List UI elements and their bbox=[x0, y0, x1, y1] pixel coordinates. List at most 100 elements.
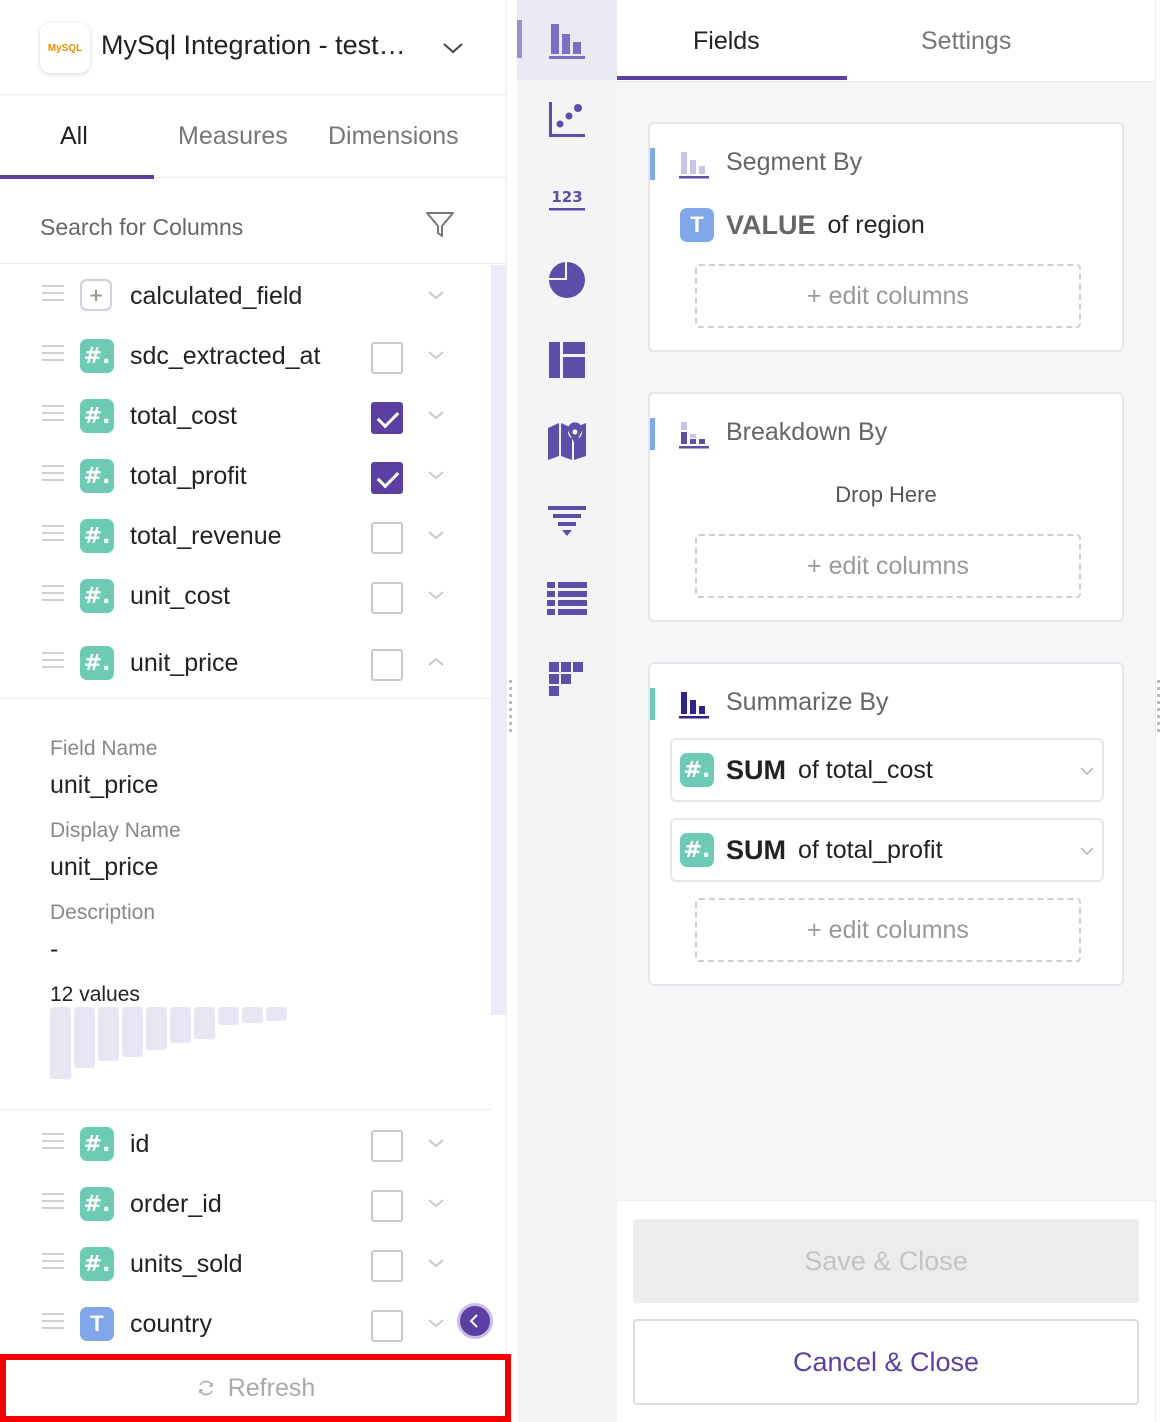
chevron-up-icon[interactable] bbox=[428, 657, 444, 667]
refresh-button[interactable]: Refresh bbox=[0, 1354, 511, 1422]
bar-chart-icon[interactable] bbox=[545, 18, 589, 62]
summarize-aggregation: SUM bbox=[726, 834, 786, 865]
drag-handle-icon[interactable] bbox=[42, 405, 64, 423]
chevron-down-icon[interactable] bbox=[428, 530, 444, 540]
field-row-total-profit[interactable]: #. total_profit bbox=[0, 445, 491, 505]
drag-handle-icon[interactable] bbox=[42, 525, 64, 543]
right-resize-handle[interactable] bbox=[1155, 680, 1163, 740]
field-row-order-id[interactable]: #. order_id bbox=[0, 1173, 491, 1233]
drag-handle-icon[interactable] bbox=[42, 1193, 64, 1211]
drag-handle-icon[interactable] bbox=[42, 585, 64, 603]
left-resize-handle[interactable] bbox=[507, 680, 515, 740]
save-close-button[interactable]: Save & Close bbox=[633, 1219, 1139, 1303]
table-icon[interactable] bbox=[545, 578, 589, 622]
logo-text: MySQL bbox=[47, 42, 83, 54]
map-icon[interactable] bbox=[545, 418, 589, 462]
chevron-down-icon[interactable] bbox=[428, 470, 444, 480]
drag-handle-icon[interactable] bbox=[42, 285, 64, 303]
field-row-sdc-extracted-at[interactable]: #. sdc_extracted_at bbox=[0, 325, 491, 385]
chevron-down-icon[interactable] bbox=[428, 1138, 444, 1148]
drag-handle-icon[interactable] bbox=[42, 1253, 64, 1271]
pie-chart-icon[interactable] bbox=[545, 258, 589, 302]
field-checkbox[interactable] bbox=[371, 1130, 403, 1162]
histogram-bar bbox=[266, 1007, 287, 1021]
numeric-type-icon: #. bbox=[80, 646, 114, 680]
breakdown-icon bbox=[679, 422, 709, 449]
field-checkbox[interactable] bbox=[371, 402, 403, 434]
tab-settings[interactable]: Settings bbox=[921, 27, 1011, 56]
number-icon-text: 123 bbox=[551, 188, 582, 206]
active-viz-indicator bbox=[517, 20, 522, 58]
number-icon[interactable]: 123 bbox=[545, 178, 589, 222]
chevron-down-icon[interactable] bbox=[428, 350, 444, 360]
field-row-total-cost[interactable]: #. total_cost bbox=[0, 385, 491, 445]
summarize-edit-columns-button[interactable]: + edit columns bbox=[695, 898, 1081, 962]
filter-icon[interactable] bbox=[424, 208, 456, 240]
chevron-down-icon[interactable] bbox=[428, 1198, 444, 1208]
numeric-type-icon: #. bbox=[80, 459, 114, 493]
field-checkbox[interactable] bbox=[371, 1250, 403, 1282]
field-row-id[interactable]: #. id bbox=[0, 1113, 491, 1173]
chevron-down-icon[interactable] bbox=[428, 1258, 444, 1268]
drag-handle-icon[interactable] bbox=[42, 1133, 64, 1151]
drag-handle-icon[interactable] bbox=[42, 1313, 64, 1331]
cancel-close-button[interactable]: Cancel & Close bbox=[633, 1319, 1139, 1405]
chevron-down-icon[interactable] bbox=[1080, 766, 1094, 776]
data-source-selector[interactable]: MySQL MySql Integration - test… bbox=[0, 0, 507, 95]
field-checkbox[interactable] bbox=[371, 342, 403, 374]
field-checkbox[interactable] bbox=[371, 522, 403, 554]
search-input[interactable] bbox=[40, 214, 400, 241]
chevron-down-icon[interactable] bbox=[1080, 846, 1094, 856]
field-panel: MySQL MySql Integration - test… All Meas… bbox=[0, 0, 511, 1422]
field-row-unit-price[interactable]: #. unit_price bbox=[0, 632, 491, 692]
funnel-icon[interactable] bbox=[545, 498, 589, 542]
chevron-down-icon[interactable] bbox=[428, 590, 444, 600]
chevron-down-icon[interactable] bbox=[428, 1318, 444, 1328]
collapse-panel-button[interactable] bbox=[457, 1303, 493, 1339]
drop-zone[interactable]: Drop Here bbox=[650, 482, 1122, 508]
tab-all[interactable]: All bbox=[60, 122, 88, 151]
field-list-scrollbar[interactable] bbox=[491, 265, 507, 1015]
tab-fields[interactable]: Fields bbox=[693, 27, 760, 56]
breakdown-accent bbox=[650, 418, 655, 450]
field-row-units-sold[interactable]: #. units_sold bbox=[0, 1233, 491, 1293]
segment-accent bbox=[650, 148, 655, 180]
field-row-unit-cost[interactable]: #. unit_cost bbox=[0, 565, 491, 625]
description-value[interactable]: - bbox=[50, 935, 58, 964]
layout-icon[interactable] bbox=[545, 338, 589, 382]
field-row-calculated-field[interactable]: + calculated_field bbox=[0, 265, 491, 325]
field-name: total_revenue bbox=[130, 522, 282, 550]
field-name: order_id bbox=[130, 1190, 222, 1218]
segment-column[interactable]: T VALUE of region bbox=[680, 208, 925, 242]
field-checkbox[interactable] bbox=[371, 649, 403, 681]
segment-edit-columns-button[interactable]: + edit columns bbox=[695, 264, 1081, 328]
histogram-bar bbox=[218, 1007, 239, 1025]
chevron-down-icon[interactable] bbox=[441, 36, 465, 60]
field-row-country[interactable]: Tcountry bbox=[0, 1293, 491, 1353]
summarize-item[interactable]: #. SUM of total_cost bbox=[670, 738, 1104, 802]
data-source-title[interactable]: MySql Integration - test… bbox=[101, 30, 406, 61]
field-detail: Field Name unit_price Display Name unit_… bbox=[0, 698, 491, 1110]
drag-handle-icon[interactable] bbox=[42, 465, 64, 483]
chevron-down-icon[interactable] bbox=[428, 410, 444, 420]
field-checkbox[interactable] bbox=[371, 1190, 403, 1222]
display-name-value[interactable]: unit_price bbox=[50, 853, 158, 882]
breakdown-title: Breakdown By bbox=[726, 418, 888, 446]
drag-handle-icon[interactable] bbox=[42, 652, 64, 670]
field-type-tabs: All Measures Dimensions bbox=[0, 96, 507, 179]
tab-dimensions[interactable]: Dimensions bbox=[328, 122, 459, 151]
tab-measures[interactable]: Measures bbox=[178, 122, 288, 151]
heatmap-icon[interactable] bbox=[545, 658, 589, 702]
field-checkbox[interactable] bbox=[371, 582, 403, 614]
field-name: total_cost bbox=[130, 402, 238, 430]
drag-handle-icon[interactable] bbox=[42, 345, 64, 363]
numeric-type-icon: #. bbox=[80, 1247, 114, 1281]
breakdown-edit-columns-button[interactable]: + edit columns bbox=[695, 534, 1081, 598]
chevron-down-icon[interactable] bbox=[428, 290, 444, 300]
field-checkbox[interactable] bbox=[371, 462, 403, 494]
scatter-icon[interactable] bbox=[545, 98, 589, 142]
summarize-item[interactable]: #. SUM of total_profit bbox=[670, 818, 1104, 882]
config-tabs: Fields Settings bbox=[617, 0, 1155, 82]
field-row-total-revenue[interactable]: #. total_revenue bbox=[0, 505, 491, 565]
field-checkbox[interactable] bbox=[371, 1310, 403, 1342]
